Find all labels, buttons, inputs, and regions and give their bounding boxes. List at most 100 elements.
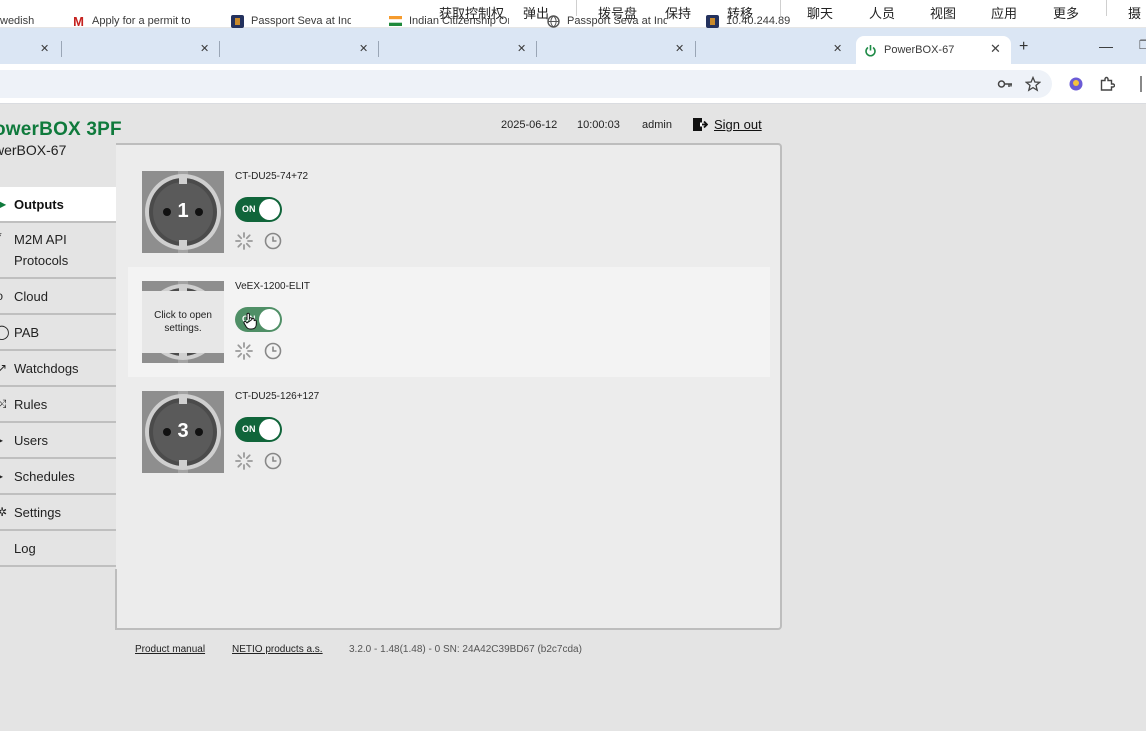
clock-icon[interactable] — [264, 452, 282, 470]
emblem-icon — [706, 14, 719, 28]
sign-out-link[interactable]: Sign out — [692, 117, 762, 132]
nav-label: Watchdogs — [14, 360, 79, 376]
eject-button[interactable]: 弹出 — [523, 3, 549, 22]
address-bar[interactable] — [0, 70, 1052, 98]
nav-label-line1: M2M API — [14, 232, 67, 247]
tab-title: Passport Seva at India — [567, 15, 667, 27]
camera-button[interactable]: 摄 — [1128, 3, 1141, 22]
clock-icon[interactable] — [264, 342, 282, 360]
sign-out-icon — [693, 118, 708, 131]
header-time: 10:00:03 — [577, 119, 620, 131]
panel-border — [115, 628, 125, 630]
toggle-knob — [259, 419, 280, 440]
tab-close-icon[interactable]: ✕ — [833, 41, 842, 55]
rules-icon: ⤨ — [0, 396, 7, 411]
tab-powerbox-active[interactable]: PowerBOX-67 ✕ — [856, 36, 1011, 64]
minimize-icon[interactable]: — — [1099, 38, 1113, 54]
nav-label: M2M API Protocols — [14, 229, 68, 271]
tab-close-icon[interactable]: ✕ — [40, 41, 49, 55]
tab-title: 10.40.244.89 — [726, 15, 791, 27]
apps-button[interactable]: 应用 — [991, 3, 1017, 22]
nav-label: Settings — [14, 504, 61, 520]
asterisk-icon: * — [0, 227, 2, 248]
nav-m2m-api[interactable]: * M2M API Protocols — [0, 223, 116, 279]
tab-close-icon[interactable]: ✕ — [359, 41, 368, 55]
tab-apply-permit[interactable]: M Apply for a permit to — [72, 8, 200, 34]
tab-title: PowerBOX-67 — [884, 44, 955, 56]
key-icon[interactable] — [997, 76, 1013, 92]
nav-watchdogs[interactable]: ↗ Watchdogs — [0, 351, 116, 387]
output-row-1[interactable]: 1 CT-DU25-74+72 ON — [128, 157, 770, 267]
nav-label: Schedules — [14, 468, 75, 484]
restore-icon[interactable]: ❐ — [1139, 38, 1146, 52]
toggle-knob — [259, 309, 280, 330]
tab-close-icon[interactable]: ✕ — [200, 41, 209, 55]
output-name: CT-DU25-126+127 — [235, 391, 320, 402]
nav-outputs[interactable]: ▶ Outputs — [0, 187, 116, 223]
nav-cloud[interactable]: ↄ Cloud — [0, 279, 116, 315]
profile-icon[interactable] — [1140, 76, 1146, 92]
toggle-knob — [259, 199, 280, 220]
company-link[interactable]: NETIO products a.s. — [232, 644, 323, 655]
nav-settings[interactable]: ✲ Settings — [0, 495, 116, 531]
users-icon: ▸ — [0, 433, 4, 447]
new-tab-button[interactable]: + — [1019, 38, 1028, 56]
tab-title: Passport Seva at India — [251, 15, 351, 27]
tab-passport-seva-2[interactable]: Passport Seva at India — [547, 8, 675, 34]
people-button[interactable]: 人员 — [869, 3, 895, 22]
tab-close-icon[interactable]: ✕ — [990, 41, 1001, 57]
nav-label: Cloud — [14, 288, 48, 304]
settings-tooltip: Click to open settings. — [142, 291, 224, 353]
nav-label: Log — [14, 540, 36, 556]
tab-close-icon[interactable]: ✕ — [675, 41, 684, 55]
star-icon[interactable] — [1025, 76, 1041, 92]
tab-indian-citizenship[interactable]: Indian Citizenship On — [389, 8, 515, 34]
tab-passport-seva[interactable]: Passport Seva at India — [231, 8, 357, 34]
schedule-icon: ▸ — [0, 469, 4, 483]
nav-users[interactable]: ▸ Users — [0, 423, 116, 459]
powerbox-page: owerBOX 3PF werBOX-67 2025-06-12 10:00:0… — [0, 104, 1146, 731]
tab-divider — [536, 41, 537, 57]
extension-badge-icon[interactable] — [1068, 76, 1084, 92]
nav-log[interactable]: ▏ Log — [0, 531, 116, 567]
tab-wedish[interactable]: wedish — [0, 8, 60, 34]
globe-icon — [547, 14, 560, 28]
toggle-state: ON — [242, 204, 256, 214]
output-name: VeEX-1200-ELIT — [235, 281, 311, 292]
watchdog-icon: ↗ — [0, 361, 8, 375]
nav-label: Rules — [14, 396, 48, 412]
emblem-icon — [231, 14, 244, 28]
toolbar-divider — [1106, 0, 1107, 16]
header-date: 2025-06-12 — [501, 119, 558, 131]
brand-title: owerBOX 3PF — [0, 119, 122, 140]
tab-title: Indian Citizenship On — [409, 15, 509, 27]
outputs-panel: 1 CT-DU25-74+72 ON Click to open setting… — [116, 143, 782, 630]
socket-number: 1 — [177, 200, 189, 222]
log-icon: ▏ — [0, 541, 7, 555]
nav-schedules[interactable]: ▸ Schedules — [0, 459, 116, 495]
output-toggle[interactable]: ON — [235, 417, 282, 442]
gear-icon: ✲ — [0, 505, 8, 519]
more-button[interactable]: 更多 — [1053, 3, 1079, 22]
tab-close-icon[interactable]: ✕ — [517, 41, 526, 55]
power-icon — [864, 44, 877, 57]
nav-rules[interactable]: ⤨ Rules — [0, 387, 116, 423]
output-row-2[interactable]: Click to open settings. VeEX-1200-ELIT O… — [128, 267, 770, 377]
tab-title: wedish — [0, 15, 35, 27]
output-toggle[interactable]: ON — [235, 197, 282, 222]
clock-icon[interactable] — [264, 232, 282, 250]
hand-cursor-icon — [243, 312, 257, 330]
nav-pab[interactable]: ◯ PAB — [0, 315, 116, 351]
socket-1[interactable]: 1 — [142, 171, 224, 253]
loading-spinner-icon — [235, 232, 253, 250]
output-row-3[interactable]: 3 CT-DU25-126+127 ON — [128, 377, 770, 487]
product-manual-link[interactable]: Product manual — [135, 644, 205, 655]
tab-divider — [219, 41, 220, 57]
tab-ip-address[interactable]: 10.40.244.89 — [706, 8, 832, 34]
puzzle-icon[interactable] — [1099, 76, 1115, 92]
socket-3[interactable]: 3 — [142, 391, 224, 473]
address-bar-row — [0, 64, 1146, 104]
view-button[interactable]: 视图 — [930, 3, 956, 22]
header-user: admin — [642, 119, 672, 131]
loading-spinner-icon — [235, 452, 253, 470]
